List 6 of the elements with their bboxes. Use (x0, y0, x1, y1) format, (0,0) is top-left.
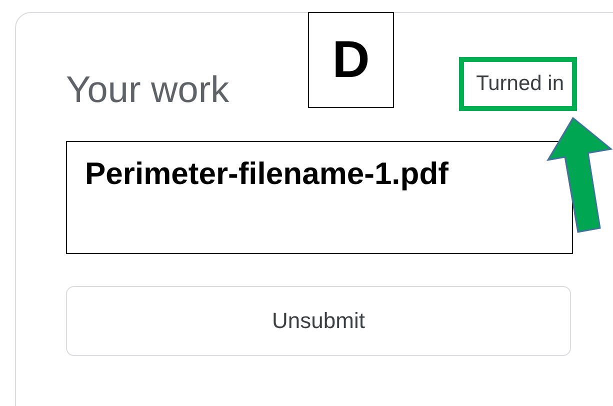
section-title: Your work (66, 69, 230, 111)
annotation-label: D (308, 12, 394, 108)
unsubmit-button[interactable]: Unsubmit (66, 286, 571, 356)
file-name: Perimeter-filename-1.pdf (66, 141, 573, 254)
status-label: Turned in (459, 57, 577, 111)
arrow-icon (546, 116, 613, 234)
